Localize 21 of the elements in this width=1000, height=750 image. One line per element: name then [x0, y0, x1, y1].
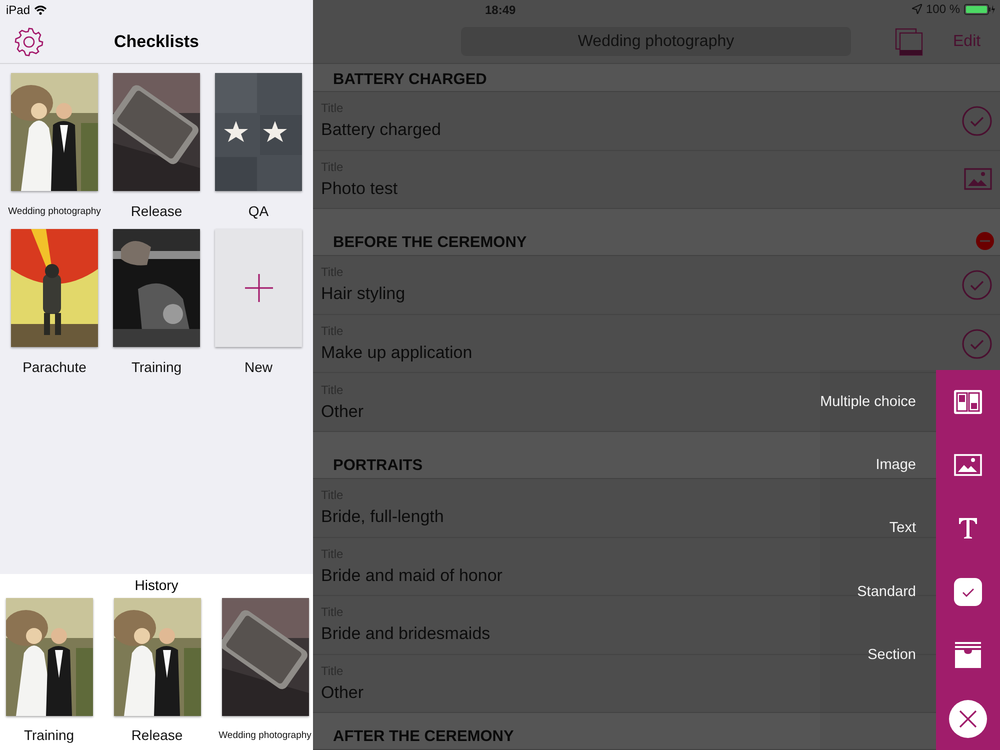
- item-title: Make up application: [321, 343, 472, 364]
- status-time: 18:49: [485, 3, 516, 17]
- section-header: AFTER THE CEREMONY: [333, 727, 514, 746]
- menu-label: Multiple choice: [820, 394, 916, 410]
- item-title: Other: [321, 683, 364, 704]
- item-title: Bride and bridesmaids: [321, 624, 490, 644]
- menu-label: Text: [889, 520, 916, 536]
- section-header: BATTERY CHARGED: [333, 70, 487, 88]
- item-title: Bride and maid of honor: [321, 566, 502, 586]
- section-header: PORTRAITS: [333, 456, 423, 475]
- history-title: History: [134, 576, 178, 595]
- menu-label: Image: [876, 457, 916, 474]
- sidebar-title: Checklists: [114, 32, 200, 50]
- item-title: Other: [321, 402, 364, 422]
- item-title: Battery charged: [321, 120, 442, 140]
- item-title: Photo test: [321, 178, 398, 199]
- item-title: Bride, full-length: [321, 507, 444, 528]
- battery-percentage: 100 %: [926, 2, 960, 16]
- item-title: Hair styling: [321, 284, 406, 304]
- section-header: BEFORE THE CEREMONY: [333, 233, 527, 252]
- device-name: iPad: [6, 3, 30, 17]
